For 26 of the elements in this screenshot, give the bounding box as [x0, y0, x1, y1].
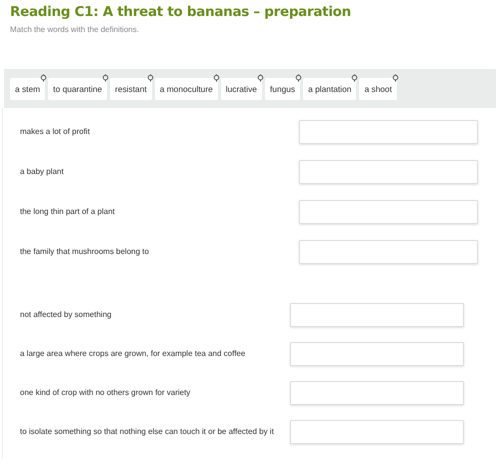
answer-field[interactable] — [290, 381, 464, 405]
drag-handle-icon[interactable] — [351, 74, 358, 82]
definition-text: a baby plant — [20, 166, 64, 178]
drag-handle-icon[interactable] — [256, 74, 264, 82]
definition-text: makes a lot of profit — [20, 126, 90, 138]
drag-handle-icon[interactable] — [295, 74, 302, 82]
drag-handle-icon[interactable] — [212, 74, 220, 82]
drag-handle-icon[interactable] — [102, 74, 110, 82]
drag-handle-icon[interactable] — [392, 74, 399, 82]
definition-text: to isolate something so that nothing else can touch it or be affected by it — [20, 426, 274, 438]
definition-text: a large area where crops are grown, for example tea and coffee — [20, 348, 246, 360]
definition-text: the long thin part of a plant — [20, 206, 115, 218]
answer-field[interactable] — [299, 200, 478, 224]
definition-text: one kind of crop with no others grown for variety — [20, 387, 190, 399]
definition-text: not affected by something — [20, 309, 112, 321]
drag-handle-icon[interactable] — [40, 74, 48, 82]
answer-field[interactable] — [290, 342, 464, 366]
answer-field[interactable] — [290, 420, 464, 444]
answer-field[interactable] — [299, 160, 478, 184]
answer-field[interactable] — [299, 120, 478, 144]
instruction-text: Match the words with the definitions. — [10, 24, 140, 36]
exercise-title: Reading C1: A threat to bananas – preparation — [9, 3, 352, 21]
answer-field[interactable] — [290, 303, 464, 327]
answer-field[interactable] — [299, 240, 478, 264]
definition-text: the family that mushrooms belong to — [20, 246, 149, 258]
drag-handle-icon[interactable] — [146, 74, 154, 82]
